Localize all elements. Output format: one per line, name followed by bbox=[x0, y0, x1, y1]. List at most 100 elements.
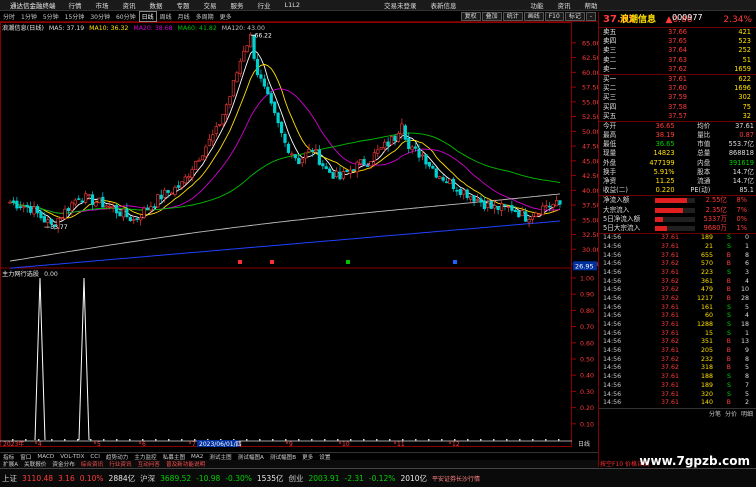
bids-row[interactable]: 买一 37.61 622 bbox=[599, 75, 756, 84]
asks-row[interactable]: 卖四 37.65 523 bbox=[599, 37, 756, 46]
extension-tab[interactable]: 普及新功能说明 bbox=[163, 460, 208, 468]
indicator-tick-label: 0.10 bbox=[580, 421, 594, 428]
chart-tool-button[interactable]: 画线 bbox=[523, 12, 544, 21]
tick-volume: 570 bbox=[700, 260, 713, 268]
stats-row: 今开 36.65 均价 37.61 bbox=[599, 122, 756, 131]
menu-item[interactable]: 专题 bbox=[170, 0, 197, 10]
news-ticker[interactable]: 平安证券长沙行情 bbox=[432, 474, 480, 483]
period-tab[interactable]: 分时 bbox=[0, 12, 18, 21]
menu-item[interactable]: 行业 bbox=[251, 0, 278, 10]
candle bbox=[228, 95, 232, 109]
indicator-tab[interactable]: MA2 bbox=[188, 454, 206, 460]
candle bbox=[46, 217, 50, 229]
period-tab[interactable]: 更多 bbox=[217, 12, 235, 21]
trade-login-status[interactable]: 交易未登录 bbox=[377, 0, 424, 10]
candle bbox=[554, 195, 559, 207]
extension-tab[interactable]: 资金分布 bbox=[49, 460, 77, 468]
tick-count: 1 bbox=[744, 329, 749, 337]
asks-row[interactable]: 卖五 37.66 421 bbox=[599, 28, 756, 37]
stats-value: 553.7亿 bbox=[728, 140, 754, 149]
flow-label: 净流入额 bbox=[603, 196, 630, 205]
period-tab[interactable]: 15分钟 bbox=[62, 12, 88, 21]
bids-row[interactable]: 买三 37.59 302 bbox=[599, 93, 756, 102]
stats-value: 0.220 bbox=[655, 186, 675, 195]
extension-tab[interactable]: 行业资讯 bbox=[106, 460, 134, 468]
ma10-label: MA10: 36.32 bbox=[89, 25, 129, 32]
period-tab[interactable]: 60分钟 bbox=[113, 12, 139, 21]
period-tab[interactable]: 周线 bbox=[157, 12, 175, 21]
tick-price: 37.61 bbox=[660, 347, 679, 355]
candle bbox=[77, 195, 81, 201]
asks-row[interactable]: 卖二 37.63 51 bbox=[599, 56, 756, 65]
index-sz-name[interactable]: 沪深 bbox=[140, 473, 155, 484]
tick-count: 18 bbox=[740, 321, 749, 328]
chart-tool-button[interactable]: 叠加 bbox=[481, 12, 502, 21]
flow-pct: 0% bbox=[736, 214, 747, 223]
tab-detail[interactable]: 明细 bbox=[741, 409, 753, 418]
candle bbox=[506, 205, 511, 212]
period-tab[interactable]: 日线 bbox=[138, 11, 157, 22]
extension-tab[interactable]: 综合资讯 bbox=[78, 460, 106, 468]
tick-price: 37.61 bbox=[660, 242, 679, 250]
flow-bar bbox=[655, 207, 695, 213]
chart-tool-button[interactable]: 统计 bbox=[502, 12, 523, 21]
menu-item[interactable]: 行情 bbox=[62, 0, 89, 10]
chart-tool-button[interactable]: F10 bbox=[544, 12, 564, 21]
menu-item[interactable]: 服务 bbox=[224, 0, 251, 10]
menu-item[interactable]: L1L2 bbox=[278, 1, 308, 9]
tab-ticks[interactable]: 分笔 bbox=[709, 409, 721, 418]
flow-bar-fill bbox=[655, 207, 683, 213]
index-sz-amount: 1535亿 bbox=[256, 473, 284, 483]
menu-item[interactable]: 市场 bbox=[89, 0, 116, 10]
candle bbox=[90, 191, 95, 210]
extension-tab[interactable]: 关联报价 bbox=[21, 460, 49, 468]
asks-row[interactable]: 卖一 37.62 1659 bbox=[599, 65, 756, 74]
tick-side: S bbox=[727, 234, 731, 242]
asks-volume: 1659 bbox=[734, 64, 751, 73]
tick-volume: 189 bbox=[700, 381, 713, 389]
extension-tab[interactable]: 扩展A bbox=[0, 460, 21, 468]
tick-list[interactable]: 14:56 37.61 189 S 0 14:56 37.61 21 S 1 14:56 37.61 6… bbox=[599, 234, 756, 408]
bids-row[interactable]: 买二 37.60 1696 bbox=[599, 84, 756, 93]
chart-tool-button[interactable]: - bbox=[585, 12, 596, 21]
period-tab[interactable]: 月线 bbox=[175, 12, 193, 21]
indicator-tab[interactable]: CCI bbox=[87, 454, 102, 460]
candle bbox=[197, 157, 201, 162]
index-sh-name[interactable]: 上证 bbox=[2, 473, 17, 484]
tick-volume: 223 bbox=[700, 268, 713, 276]
period-tab[interactable]: 30分钟 bbox=[87, 12, 113, 21]
period-tab[interactable]: 多周期 bbox=[193, 12, 217, 21]
kline-chart[interactable]: 65.0062.5060.0057.5055.0052.5050.0047.50… bbox=[0, 22, 598, 447]
candle bbox=[276, 111, 280, 128]
index-cy-name[interactable]: 创业 bbox=[288, 473, 303, 484]
tab-price[interactable]: 分价 bbox=[725, 409, 737, 418]
candle bbox=[187, 173, 191, 182]
extension-tab[interactable]: 互动问答 bbox=[135, 460, 163, 468]
menu-item[interactable]: 资讯 bbox=[116, 0, 143, 10]
news-tip[interactable]: 表新信息 bbox=[424, 0, 464, 10]
candle bbox=[259, 69, 263, 83]
menu-item[interactable]: 帮助 bbox=[578, 0, 605, 10]
tick-volume: 205 bbox=[700, 347, 713, 355]
candle bbox=[510, 200, 514, 214]
indicator-tab[interactable]: VOL-TDX bbox=[57, 454, 87, 460]
menu-item[interactable]: 交易 bbox=[197, 0, 224, 10]
candle bbox=[496, 205, 500, 215]
indicator-tab[interactable]: MACD bbox=[34, 454, 57, 460]
bids-row[interactable]: 买五 37.57 32 bbox=[599, 112, 756, 121]
tick-count: 8 bbox=[744, 251, 749, 259]
price-tick-label: 47.50 bbox=[582, 143, 598, 151]
price-tick-label: 65.00 bbox=[582, 39, 598, 47]
bids-price: 37.60 bbox=[668, 84, 687, 93]
menu-item[interactable]: 资讯 bbox=[551, 0, 578, 10]
chart-tool-button[interactable]: 标记 bbox=[564, 12, 585, 21]
asks-row[interactable]: 卖三 37.64 252 bbox=[599, 46, 756, 55]
menu-item[interactable]: 数据 bbox=[143, 0, 170, 10]
tick-row: 14:56 37.61 223 S 3 bbox=[599, 269, 756, 278]
bids-row[interactable]: 买四 37.58 75 bbox=[599, 103, 756, 112]
menu-item[interactable]: 功能 bbox=[524, 0, 551, 10]
tick-row: 14:56 37.62 318 B 5 bbox=[599, 364, 756, 373]
chart-tool-button[interactable]: 复权 bbox=[460, 12, 481, 21]
period-tab[interactable]: 1分钟 bbox=[18, 12, 40, 21]
period-tab[interactable]: 5分钟 bbox=[40, 12, 62, 21]
